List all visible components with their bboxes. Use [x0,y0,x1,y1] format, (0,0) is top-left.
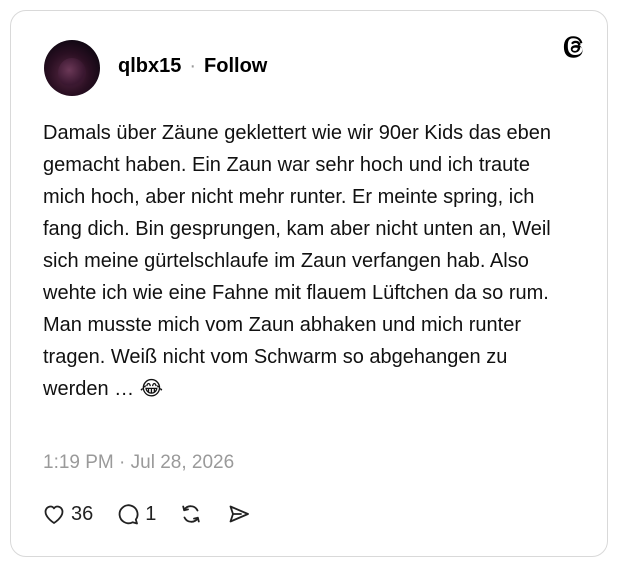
reply-count: 1 [145,502,157,525]
like-count: 36 [71,502,94,525]
follow-button[interactable]: Follow [204,55,267,78]
avatar[interactable] [44,40,100,96]
like-button[interactable]: 36 [41,501,93,527]
action-bar: 36 1 [41,501,274,527]
post-timestamp[interactable]: 1:19 PM · Jul 28, 2026 [43,452,234,474]
username[interactable]: qlbx15 [118,55,181,78]
repost-icon [182,505,201,523]
reply-button[interactable]: 1 [115,501,156,527]
repost-button[interactable] [178,501,204,527]
post-header: qlbx15 · Follow [118,55,267,78]
separator: · [189,55,197,77]
threads-logo-icon[interactable] [561,33,589,61]
post-text: Damals über Zäune geklettert wie wir 90e… [43,122,552,400]
comment-icon [118,504,139,525]
heart-icon [44,505,64,524]
post-card: qlbx15 · Follow Damals über Zäune geklet… [10,10,608,557]
share-icon [229,505,250,523]
share-button[interactable] [226,501,252,527]
